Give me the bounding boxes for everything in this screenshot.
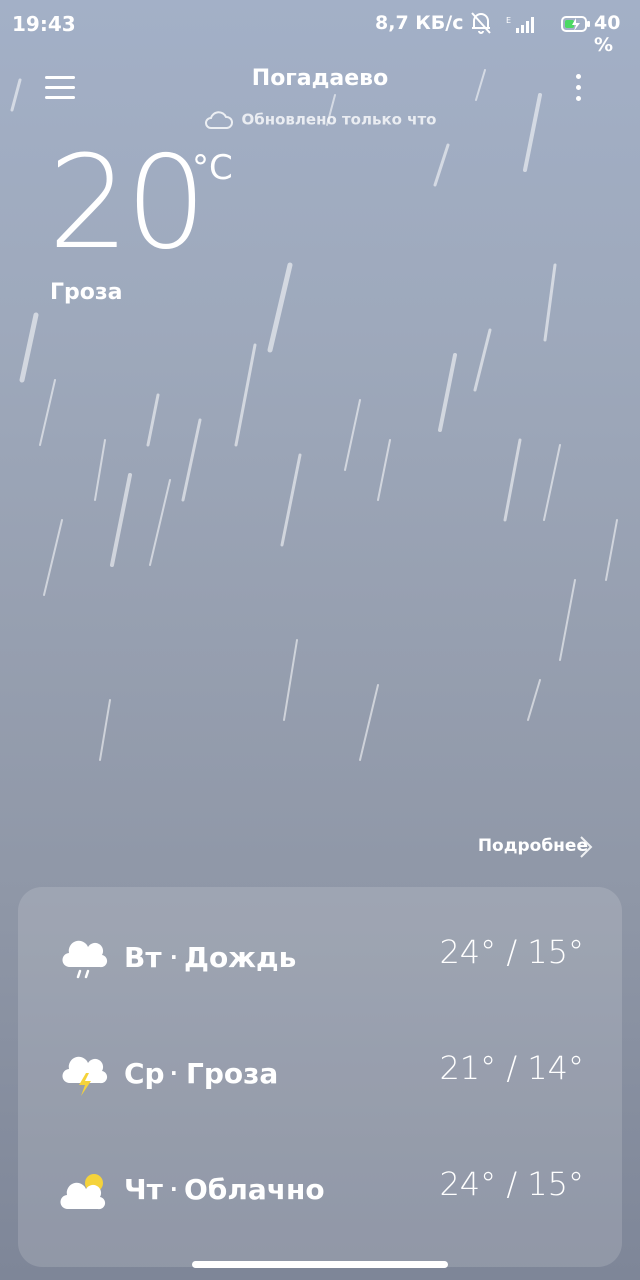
svg-text:E: E [506, 16, 511, 25]
forecast-card: Вт · Дождь 24° / 15° Ср · Гроза 21° / 14… [18, 887, 622, 1267]
network-speed: 8,7 КБ/с [375, 12, 464, 34]
status-time: 19:43 [12, 12, 76, 36]
forecast-day: Чт [124, 1173, 163, 1206]
forecast-row[interactable]: Чт · Облачно 24° / 15° [18, 1165, 622, 1267]
update-status-text: Обновлено только что [241, 110, 437, 129]
battery-percent: 40 % [594, 12, 621, 56]
cloud-icon [204, 111, 233, 129]
forecast-day: Вт [124, 941, 162, 974]
forecast-day: Ср [124, 1057, 165, 1090]
home-indicator[interactable] [192, 1261, 448, 1268]
status-bar: 19:43 8,7 КБ/с E 40 % [0, 0, 640, 56]
details-link[interactable]: Подробнее [478, 836, 588, 856]
more-vertical-icon [576, 74, 581, 79]
rain-cloud-icon [62, 940, 108, 979]
forecast-range: 21° / 14° [439, 1049, 584, 1087]
more-vertical-icon-dot [576, 85, 581, 90]
separator-dot: · [170, 1177, 178, 1201]
battery-icon [561, 16, 590, 32]
forecast-row[interactable]: Вт · Дождь 24° / 15° [18, 933, 622, 1035]
city-name[interactable]: Погадаево [0, 66, 640, 91]
more-options-button[interactable] [566, 70, 590, 106]
signal-icon: E [506, 16, 534, 33]
thunderstorm-icon [62, 1056, 108, 1096]
forecast-range: 24° / 15° [439, 933, 584, 971]
forecast-condition: Гроза [186, 1057, 279, 1090]
forecast-row[interactable]: Ср · Гроза 21° / 14° [18, 1049, 622, 1151]
forecast-condition: Облачно [184, 1173, 325, 1206]
forecast-condition: Дождь [184, 941, 297, 974]
current-condition: Гроза [50, 280, 123, 305]
forecast-range: 24° / 15° [439, 1165, 584, 1203]
separator-dot: · [170, 945, 178, 969]
update-status: Обновлено только что [0, 110, 640, 130]
partly-cloudy-icon [60, 1174, 106, 1210]
separator-dot: · [170, 1061, 178, 1085]
muted-bell-icon [471, 12, 491, 34]
current-temperature: 20 [48, 129, 207, 278]
more-vertical-icon-dot [576, 96, 581, 101]
temperature-unit: °C [192, 148, 233, 188]
menu-icon-line [45, 96, 75, 99]
chevron-right-icon[interactable] [578, 834, 594, 860]
